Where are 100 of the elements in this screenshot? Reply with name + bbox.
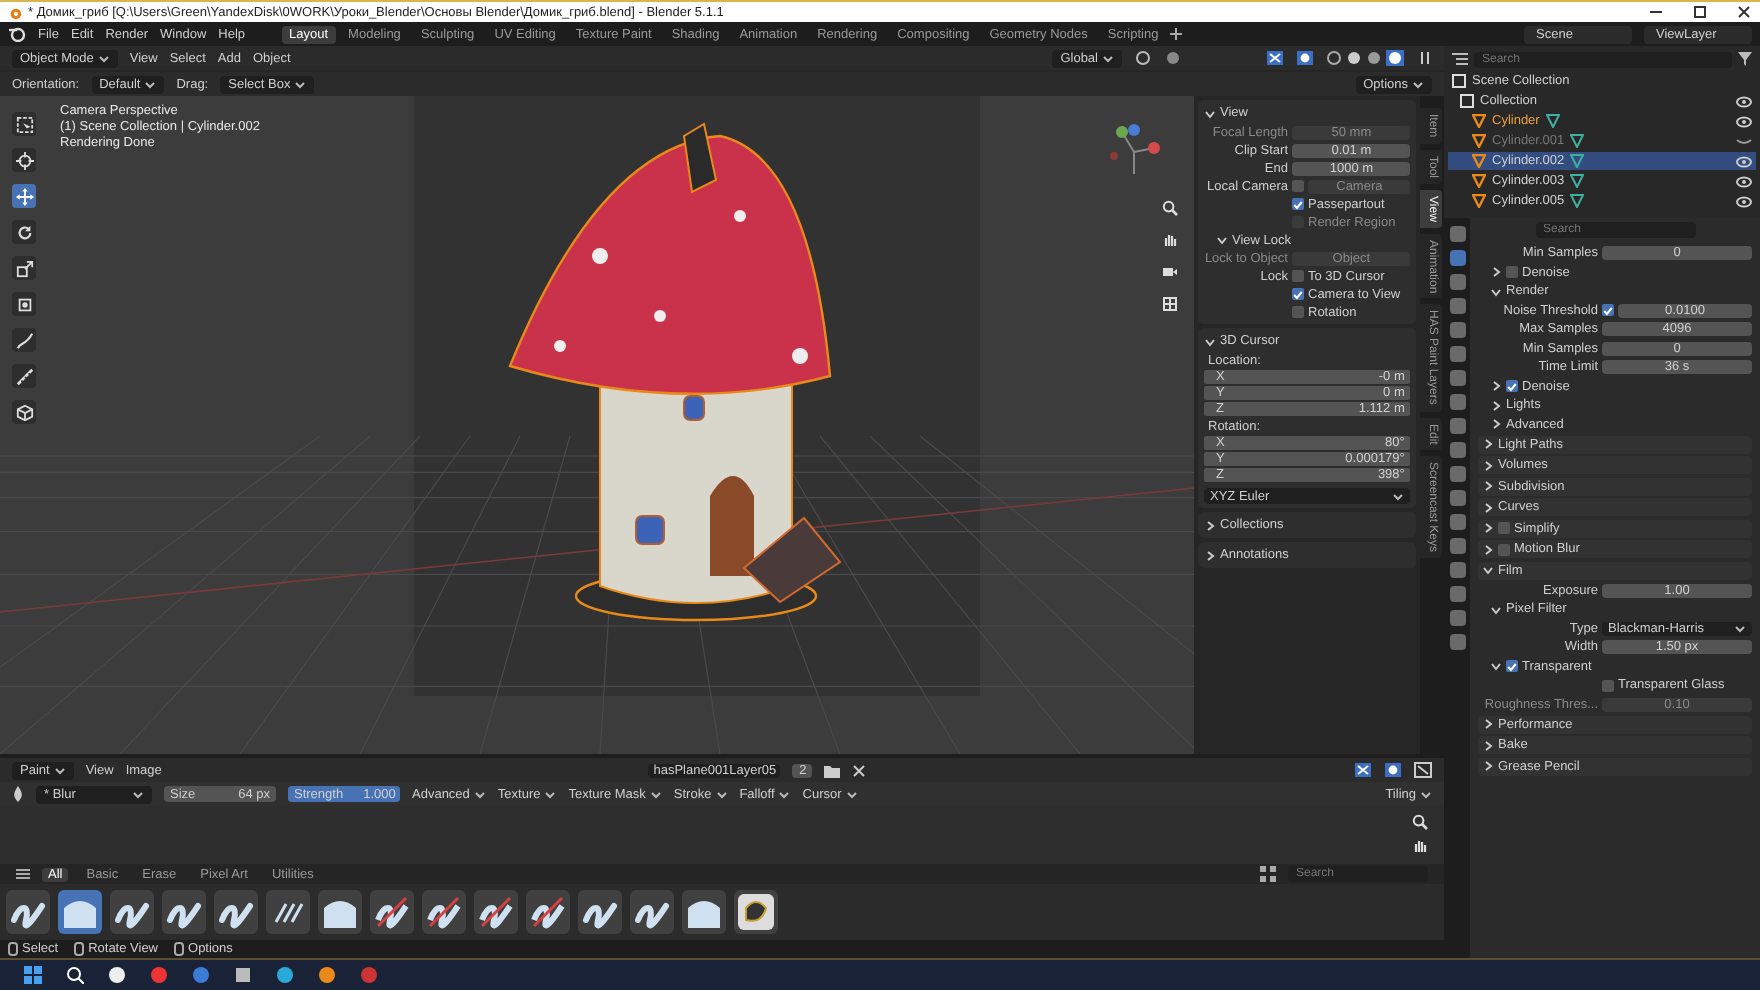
disclosure-chevron-icon[interactable] [1482, 543, 1494, 555]
disclosure-chevron-icon[interactable] [1482, 760, 1494, 772]
disclosure-chevron-icon[interactable] [1216, 234, 1228, 246]
shading-modes-icon[interactable] [1326, 50, 1406, 66]
display-mode-icon[interactable] [1452, 52, 1468, 66]
disclosure-chevron-icon[interactable] [1482, 459, 1494, 471]
properties-tab-icon[interactable] [1449, 562, 1465, 578]
properties-tab-icon[interactable] [1449, 322, 1465, 338]
brush-thumbnail[interactable] [474, 890, 518, 934]
brush-thumbnail[interactable] [682, 890, 726, 934]
eye-icon[interactable] [1736, 95, 1752, 107]
disclosure-chevron-icon[interactable] [1482, 522, 1494, 534]
brush-thumbnail[interactable] [58, 890, 102, 934]
disclosure-chevron-icon[interactable] [1490, 380, 1502, 392]
view-mode-icon[interactable] [1414, 762, 1433, 778]
filter-icon[interactable] [1738, 52, 1752, 66]
disclosure-chevron-icon[interactable] [1490, 399, 1502, 411]
properties-tab-icon[interactable] [1449, 394, 1465, 410]
add-icon[interactable] [1170, 28, 1183, 40]
add-cube-tool-button[interactable] [12, 400, 36, 424]
properties-tab-icon[interactable] [1449, 346, 1465, 362]
brush-thumbnail[interactable] [630, 890, 674, 934]
properties-tab-icon[interactable] [1449, 538, 1465, 554]
disclosure-chevron-icon[interactable] [1490, 660, 1502, 672]
move-tool-button[interactable] [12, 184, 36, 208]
app-icon[interactable] [276, 966, 294, 984]
eye-icon[interactable] [1736, 175, 1752, 187]
brush-thumbnail[interactable] [370, 890, 414, 934]
checkbox[interactable] [1292, 270, 1304, 282]
brush-thumbnail[interactable] [318, 890, 362, 934]
disclosure-chevron-icon[interactable] [1204, 549, 1216, 561]
disclosure-chevron-icon[interactable] [1482, 480, 1494, 492]
checkbox[interactable] [1292, 198, 1304, 210]
disclosure-chevron-icon[interactable] [1482, 718, 1494, 730]
disclosure-chevron-icon[interactable] [1490, 418, 1502, 430]
properties-tab-icon[interactable] [1449, 490, 1465, 506]
properties-tab-icon[interactable] [1449, 634, 1465, 650]
properties-tab-icon[interactable] [1449, 466, 1465, 482]
gizmo-toggle-icon[interactable] [1354, 762, 1373, 778]
brush-thumbnail[interactable] [110, 890, 154, 934]
select-tool-button[interactable] [12, 112, 36, 136]
disclosure-chevron-icon[interactable] [1482, 564, 1494, 576]
disclosure-chevron-icon[interactable] [1204, 335, 1216, 347]
properties-tab-icon[interactable] [1449, 274, 1465, 290]
checkbox[interactable] [1602, 304, 1614, 316]
brush-thumbnail[interactable] [6, 890, 50, 934]
pause-icon[interactable] [1418, 50, 1432, 66]
disclosure-chevron-icon[interactable] [1204, 519, 1216, 531]
brush-thumbnail[interactable] [526, 890, 570, 934]
app-icon[interactable] [108, 966, 126, 984]
axis-gizmo-icon[interactable] [1106, 124, 1162, 180]
disclosure-chevron-icon[interactable] [1482, 739, 1494, 751]
app-icon[interactable] [318, 966, 336, 984]
search-icon[interactable] [66, 966, 84, 984]
maximize-icon[interactable] [1692, 4, 1708, 20]
eye-icon[interactable] [1736, 115, 1752, 127]
blender-logo-icon[interactable] [8, 26, 26, 42]
eye-icon[interactable] [1736, 195, 1752, 207]
properties-tab-icon[interactable] [1449, 298, 1465, 314]
windows-start-icon[interactable] [24, 966, 42, 984]
gizmo-toggle-icon[interactable] [1266, 50, 1284, 66]
brush-thumbnail[interactable] [214, 890, 258, 934]
app-icon[interactable] [234, 966, 252, 984]
menu-icon[interactable] [16, 868, 30, 880]
camera-icon[interactable] [1162, 264, 1178, 280]
brush-thumbnail[interactable] [162, 890, 206, 934]
eye-closed-icon[interactable] [1736, 135, 1752, 147]
annotate-tool-button[interactable] [12, 328, 36, 352]
transform-tool-button[interactable] [12, 292, 36, 316]
scale-tool-button[interactable] [12, 256, 36, 280]
properties-tab-icon[interactable] [1449, 418, 1465, 434]
folder-icon[interactable] [824, 763, 841, 777]
checkbox[interactable] [1602, 679, 1614, 691]
checkbox[interactable] [1292, 306, 1304, 318]
checkbox[interactable] [1506, 660, 1518, 672]
zoom-icon[interactable] [1412, 814, 1428, 830]
overlay-toggle-icon[interactable] [1296, 50, 1314, 66]
rotate-tool-button[interactable] [12, 220, 36, 244]
properties-tab-icon[interactable] [1449, 370, 1465, 386]
properties-tab-icon[interactable] [1449, 226, 1465, 242]
overlay-toggle-icon[interactable] [1384, 762, 1403, 778]
zoom-icon[interactable] [1162, 200, 1178, 216]
properties-tab-icon[interactable] [1449, 442, 1465, 458]
brush-thumbnail[interactable] [734, 890, 778, 934]
checkbox[interactable] [1292, 288, 1304, 300]
disclosure-chevron-icon[interactable] [1482, 501, 1494, 513]
properties-tab-icon[interactable] [1449, 586, 1465, 602]
brush-thumbnail[interactable] [578, 890, 622, 934]
brush-thumbnail[interactable] [266, 890, 310, 934]
checkbox[interactable] [1498, 543, 1510, 555]
eye-icon[interactable] [1736, 155, 1752, 167]
properties-tab-icon[interactable] [1449, 610, 1465, 626]
properties-tab-icon[interactable] [1449, 514, 1465, 530]
properties-tab-icon[interactable] [1449, 250, 1465, 266]
grid-view-icon[interactable] [1260, 866, 1276, 882]
cursor-tool-button[interactable] [12, 148, 36, 172]
disclosure-chevron-icon[interactable] [1490, 603, 1502, 615]
grid-icon[interactable] [1162, 296, 1178, 312]
disclosure-chevron-icon[interactable] [1204, 107, 1216, 119]
brush-thumbnail[interactable] [422, 890, 466, 934]
